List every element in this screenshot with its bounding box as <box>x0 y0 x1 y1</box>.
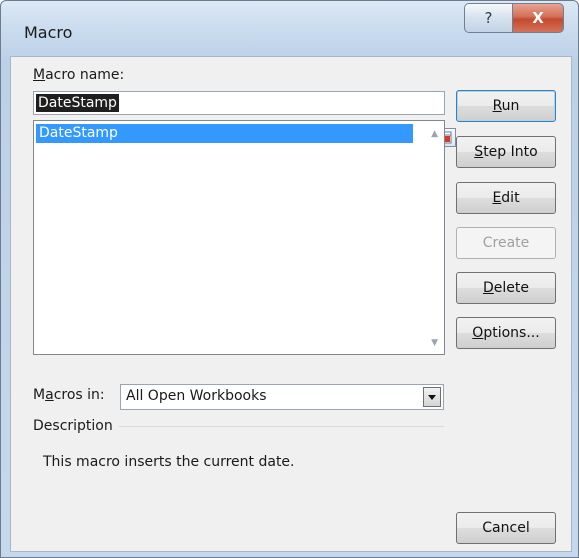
dialog-body: Macro name: DateStamp DateStamp ▲ ▼ Run … <box>10 56 572 552</box>
macro-name-value: DateStamp <box>36 94 119 112</box>
description-text: This macro inserts the current date. <box>43 454 295 470</box>
description-divider <box>119 426 444 427</box>
macros-in-label: Macros in: <box>33 387 105 403</box>
create-button: Create <box>456 227 556 259</box>
run-button[interactable]: Run <box>456 90 556 122</box>
macros-in-value: All Open Workbooks <box>126 388 267 404</box>
description-label: Description <box>33 418 113 434</box>
list-item[interactable]: DateStamp <box>36 124 413 143</box>
cancel-button[interactable]: Cancel <box>456 512 556 544</box>
help-icon: ? <box>484 9 493 27</box>
macro-list[interactable]: DateStamp ▲ ▼ <box>33 120 445 355</box>
close-icon: X <box>532 9 544 27</box>
dialog-title: Macro <box>24 23 73 42</box>
options-button[interactable]: Options... <box>456 317 556 349</box>
close-button[interactable]: X <box>512 3 564 33</box>
edit-button[interactable]: Edit <box>456 182 556 214</box>
macros-in-select[interactable]: All Open Workbooks <box>120 384 444 410</box>
help-button[interactable]: ? <box>464 3 513 33</box>
scroll-down-icon[interactable]: ▼ <box>431 338 438 348</box>
macro-name-label: Macro name: <box>33 67 125 83</box>
scroll-up-icon[interactable]: ▲ <box>431 129 438 139</box>
delete-button[interactable]: Delete <box>456 272 556 304</box>
step-into-button[interactable]: Step Into <box>456 136 556 168</box>
dropdown-button[interactable] <box>423 387 441 407</box>
chevron-down-icon <box>428 394 436 400</box>
macro-name-input[interactable]: DateStamp <box>33 91 456 147</box>
macro-dialog: Macro ? X Macro name: DateStamp DateStam… <box>0 0 579 558</box>
